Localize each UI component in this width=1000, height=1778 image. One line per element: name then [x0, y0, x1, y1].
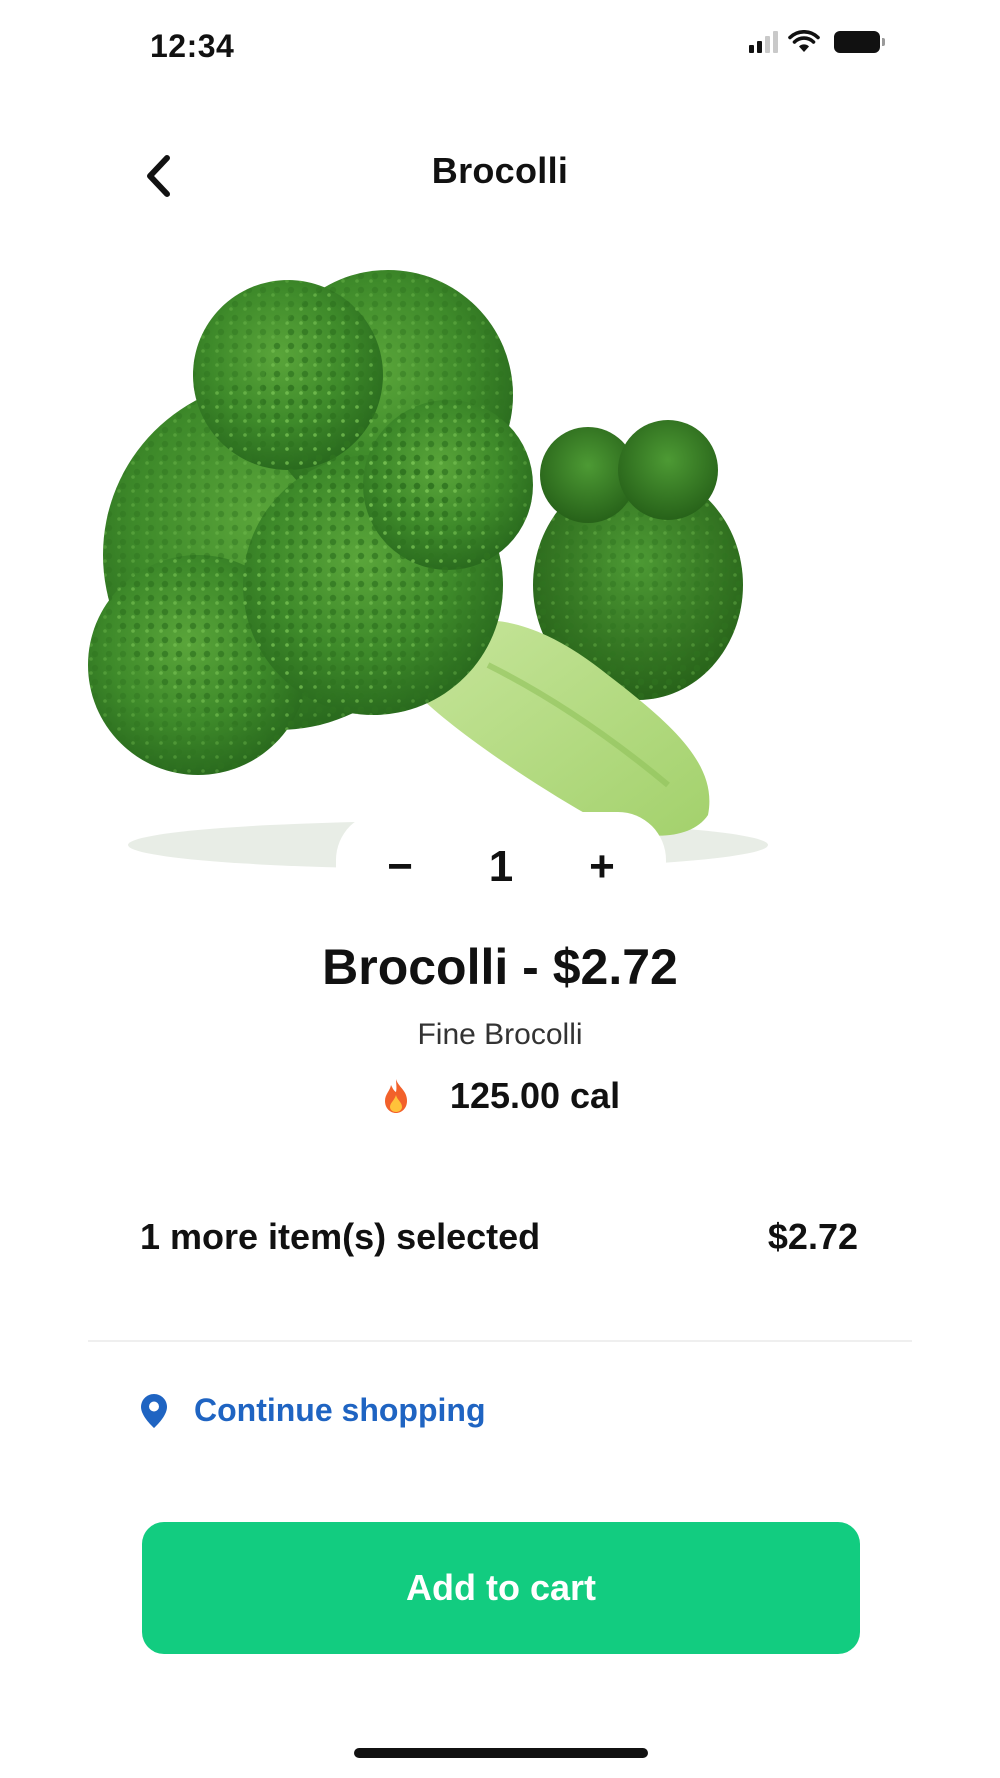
calories-value: 125.00 cal — [449, 1075, 621, 1116]
continue-shopping-label: Continue shopping — [194, 1392, 486, 1428]
home-indicator — [354, 1748, 648, 1758]
broccoli-illustration — [88, 270, 768, 869]
page-title: Brocolli — [431, 150, 569, 191]
calories-row: 125.00 cal — [0, 1075, 1000, 1117]
decrement-button[interactable]: − — [376, 843, 424, 891]
quantity-stepper: − 1 + — [336, 812, 666, 922]
status-time: 12:34 — [150, 28, 235, 64]
selected-items-price: $2.72 — [767, 1216, 858, 1257]
add-to-cart-button[interactable]: Add to cart — [142, 1522, 860, 1654]
product-description: Fine Brocolli — [417, 1018, 583, 1051]
continue-shopping-link[interactable]: Continue shopping — [140, 1392, 486, 1429]
fire-icon — [384, 1079, 407, 1113]
divider — [88, 1340, 912, 1342]
location-pin-icon — [141, 1393, 167, 1428]
wifi-icon — [788, 30, 820, 52]
cellular-signal-icon — [749, 31, 778, 53]
product-name-price: Brocolli - $2.72 — [322, 939, 678, 995]
status-icons — [749, 30, 885, 54]
battery-icon — [834, 31, 885, 53]
product-image — [88, 255, 768, 880]
selected-items-label: 1 more item(s) selected — [140, 1216, 541, 1257]
quantity-value: 1 — [488, 842, 514, 891]
increment-button[interactable]: + — [578, 843, 626, 891]
